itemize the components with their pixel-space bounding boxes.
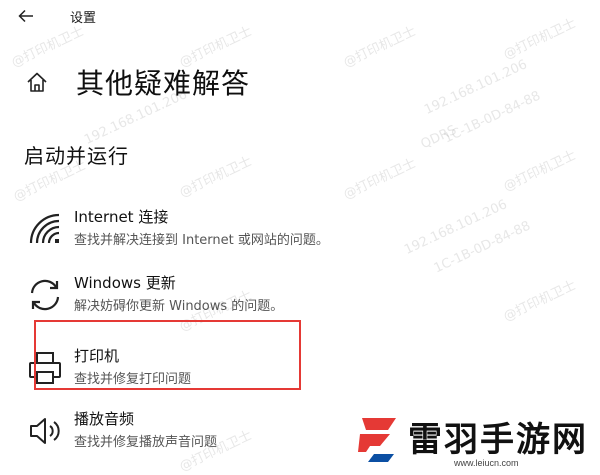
watermark-text: @打印机卫士 xyxy=(501,148,579,195)
back-button[interactable] xyxy=(12,4,40,28)
leiyu-logo-icon xyxy=(358,418,396,462)
troubleshooter-printer[interactable]: 打印机 查找并修复打印问题 xyxy=(24,341,424,395)
item-description: 解决妨碍你更新 Windows 的问题。 xyxy=(74,299,284,314)
item-description: 查找并解决连接到 Internet 或网站的问题。 xyxy=(74,233,329,248)
watermark-text: QDRS xyxy=(418,122,459,153)
troubleshooter-windows-update[interactable]: Windows 更新 解决妨碍你更新 Windows 的问题。 xyxy=(24,268,424,322)
watermark-text: @打印机卫士 xyxy=(341,156,419,203)
arrow-left-icon xyxy=(18,9,33,23)
watermark-text: 1C-1B-0D-84-88 xyxy=(441,88,543,147)
settings-window: @打印机卫士 @打印机卫士 @打印机卫士 @打印机卫士 @打印机卫士 @打印机卫… xyxy=(0,0,600,475)
title-bar: 设置 xyxy=(0,0,600,34)
section-title: 启动并运行 xyxy=(24,144,129,168)
site-logo: 雷羽手游网 www.leiucn.com xyxy=(350,406,590,470)
page-title: 其他疑难解答 xyxy=(76,67,251,100)
troubleshooter-internet[interactable]: Internet 连接 查找并解决连接到 Internet 或网站的问题。 xyxy=(24,202,424,256)
watermark-text: @打印机卫士 xyxy=(501,278,579,325)
home-icon[interactable] xyxy=(24,69,50,95)
watermark-text: @打印机卫士 xyxy=(177,154,255,201)
logo-url: www.leiucn.com xyxy=(454,458,519,468)
watermark-text: 1C-1B-0D-84-88 xyxy=(431,218,533,277)
speaker-icon xyxy=(24,410,66,452)
page-header: 其他疑难解答 xyxy=(24,60,250,104)
item-label: 播放音频 xyxy=(74,410,135,428)
logo-name: 雷羽手游网 xyxy=(408,420,588,460)
item-label: Internet 连接 xyxy=(74,208,169,226)
wifi-icon xyxy=(24,208,66,250)
sync-icon xyxy=(24,274,66,316)
item-label: Windows 更新 xyxy=(74,274,176,292)
app-title: 设置 xyxy=(70,11,97,26)
item-description: 查找并修复播放声音问题 xyxy=(74,435,218,450)
item-label: 打印机 xyxy=(74,347,120,365)
item-description: 查找并修复打印问题 xyxy=(74,372,192,387)
printer-icon xyxy=(24,347,66,389)
watermark-text: 192.168.101.206 xyxy=(422,57,530,118)
